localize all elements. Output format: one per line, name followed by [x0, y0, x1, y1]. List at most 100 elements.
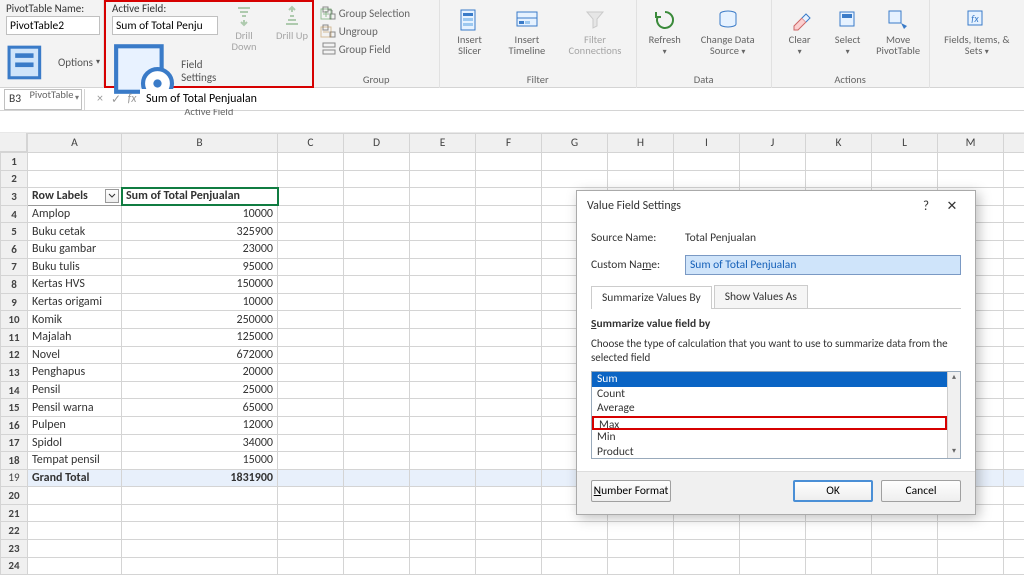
cell[interactable]: [608, 153, 674, 171]
cell[interactable]: [476, 381, 542, 399]
active-field-input[interactable]: [112, 16, 218, 35]
cell[interactable]: [344, 258, 410, 276]
number-format-button[interactable]: Number Format: [591, 480, 671, 502]
cell[interactable]: [476, 188, 542, 206]
cell[interactable]: [344, 416, 410, 434]
cell[interactable]: [278, 487, 344, 505]
cell[interactable]: Pulpen: [28, 416, 122, 434]
filter-connections-button[interactable]: Filter Connections: [560, 6, 629, 58]
cell[interactable]: [476, 240, 542, 258]
col-header[interactable]: A: [28, 134, 122, 153]
cell[interactable]: [278, 399, 344, 417]
drill-up-button[interactable]: Drill Up: [270, 2, 314, 43]
cell[interactable]: [410, 504, 476, 522]
cell[interactable]: [476, 293, 542, 311]
cell[interactable]: 10000: [122, 205, 278, 223]
cell[interactable]: [542, 557, 608, 575]
row-header[interactable]: 7: [1, 258, 28, 276]
cell[interactable]: [674, 557, 740, 575]
cell[interactable]: 12000: [122, 416, 278, 434]
cell[interactable]: [1004, 311, 1024, 329]
row-header[interactable]: 1: [1, 153, 28, 171]
cell[interactable]: Pensil warna: [28, 399, 122, 417]
cell[interactable]: [344, 399, 410, 417]
column-header-row[interactable]: A B C D E F G H I J K L M N: [1, 134, 1024, 153]
cell[interactable]: [278, 416, 344, 434]
chevron-down-icon[interactable]: ▾: [75, 93, 79, 103]
cell[interactable]: 20000: [122, 364, 278, 382]
col-header[interactable]: G: [542, 134, 608, 153]
cell[interactable]: [1004, 153, 1024, 171]
cell[interactable]: [344, 364, 410, 382]
cell[interactable]: [674, 522, 740, 540]
cell[interactable]: [938, 153, 1004, 171]
cell[interactable]: [476, 276, 542, 294]
cell[interactable]: [410, 170, 476, 188]
col-header[interactable]: L: [872, 134, 938, 153]
cell[interactable]: [872, 522, 938, 540]
list-item[interactable]: Count: [592, 387, 947, 402]
cell[interactable]: [542, 170, 608, 188]
cell[interactable]: [278, 240, 344, 258]
cell[interactable]: [410, 487, 476, 505]
row-header[interactable]: 14: [1, 381, 28, 399]
row-header[interactable]: 15: [1, 399, 28, 417]
cell[interactable]: [344, 293, 410, 311]
cell[interactable]: [476, 328, 542, 346]
cell[interactable]: 25000: [122, 381, 278, 399]
cell[interactable]: [476, 311, 542, 329]
cell[interactable]: [122, 153, 278, 171]
cell[interactable]: [278, 205, 344, 223]
row-header[interactable]: 17: [1, 434, 28, 452]
row-header[interactable]: 18: [1, 452, 28, 470]
cell[interactable]: [122, 540, 278, 558]
cell[interactable]: [278, 153, 344, 171]
cell[interactable]: [122, 504, 278, 522]
close-button[interactable]: ✕: [939, 199, 965, 214]
row-header[interactable]: 13: [1, 364, 28, 382]
scroll-down-icon[interactable]: ▾: [948, 446, 960, 458]
cell[interactable]: [344, 153, 410, 171]
cell[interactable]: [740, 557, 806, 575]
list-item[interactable]: Max: [592, 416, 947, 431]
cell[interactable]: [1004, 328, 1024, 346]
cell[interactable]: [1004, 557, 1024, 575]
row-header[interactable]: 22: [1, 522, 28, 540]
cell[interactable]: [278, 328, 344, 346]
cell[interactable]: [410, 153, 476, 171]
drill-down-button[interactable]: Drill Down: [222, 2, 266, 54]
cell[interactable]: [476, 522, 542, 540]
cell[interactable]: 250000: [122, 311, 278, 329]
cell[interactable]: [476, 346, 542, 364]
row-header[interactable]: 19: [1, 469, 28, 487]
cell[interactable]: [344, 188, 410, 206]
cell[interactable]: [674, 540, 740, 558]
fx-icon[interactable]: fx: [124, 92, 140, 106]
cell[interactable]: 672000: [122, 346, 278, 364]
cell[interactable]: [410, 416, 476, 434]
dialog-titlebar[interactable]: Value Field Settings ? ✕: [577, 191, 975, 221]
col-header[interactable]: H: [608, 134, 674, 153]
cell[interactable]: [1004, 240, 1024, 258]
row-header[interactable]: 5: [1, 223, 28, 241]
cell[interactable]: [278, 223, 344, 241]
row-header[interactable]: 11: [1, 328, 28, 346]
cell[interactable]: [344, 487, 410, 505]
row-header[interactable]: 4: [1, 205, 28, 223]
col-header[interactable]: J: [740, 134, 806, 153]
row-header[interactable]: 9: [1, 293, 28, 311]
cell[interactable]: [344, 452, 410, 470]
cell[interactable]: [344, 469, 410, 487]
scrollbar[interactable]: ▴ ▾: [947, 372, 960, 458]
cell[interactable]: [1004, 258, 1024, 276]
summarize-listbox[interactable]: Sum Count Average Max Min Product ▴ ▾: [591, 371, 961, 459]
cell[interactable]: [344, 328, 410, 346]
cell[interactable]: [476, 469, 542, 487]
cell[interactable]: [476, 258, 542, 276]
formula-input[interactable]: [140, 89, 1024, 109]
grand-total-label[interactable]: Grand Total: [28, 469, 122, 487]
cell[interactable]: [608, 557, 674, 575]
cell[interactable]: [410, 258, 476, 276]
pivottable-options-button[interactable]: Options ▾: [6, 38, 100, 87]
cell[interactable]: [410, 540, 476, 558]
